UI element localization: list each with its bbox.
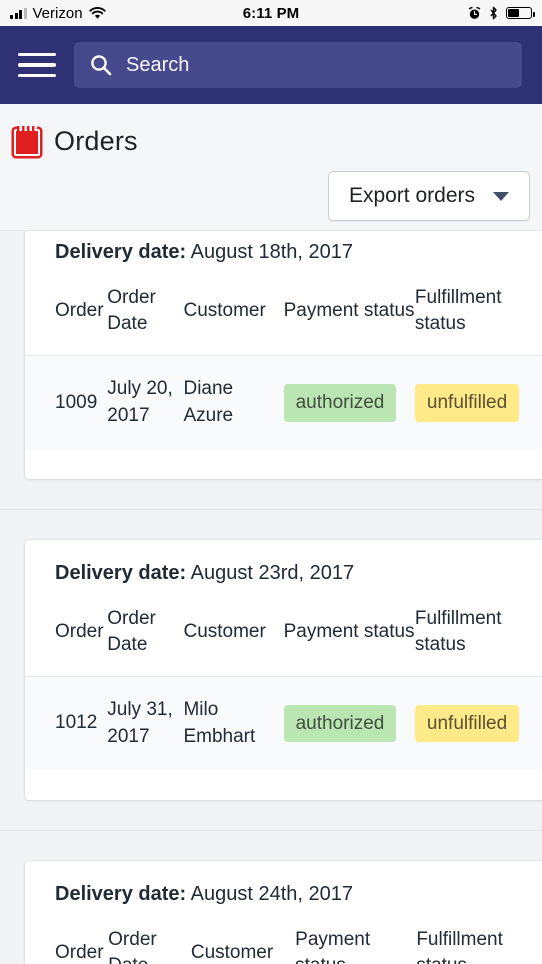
delivery-date-label: Delivery date:: [55, 561, 187, 584]
column-header-order-date: Order Date: [107, 287, 156, 335]
order-section: Delivery date: August 23rd, 2017 Order O…: [0, 508, 542, 830]
column-header-fulfillment-status: Fulfillment status: [416, 928, 503, 964]
column-header-customer: Customer: [183, 300, 266, 322]
delivery-date-label: Delivery date:: [55, 882, 187, 905]
delivery-date-heading: Delivery date: August 24th, 2017: [55, 883, 542, 909]
signal-bars-icon: [10, 7, 27, 19]
wifi-icon: [88, 6, 106, 19]
status-badge: unfulfilled: [414, 383, 520, 422]
delivery-date-value: August 24th, 2017: [190, 882, 353, 905]
cell-fulfillment-status: unfulfilled: [414, 355, 542, 449]
column-header-customer: Customer: [190, 941, 274, 963]
alarm-clock-icon: [468, 6, 481, 19]
column-header-customer: Customer: [183, 620, 266, 642]
cell-fulfillment-status: unfulfilled: [414, 676, 542, 770]
order-card: Delivery date: August 24th, 2017 Order O…: [25, 860, 542, 964]
battery-icon: [506, 7, 535, 19]
export-orders-button[interactable]: Export orders: [327, 171, 530, 221]
order-card: Delivery date: August 23rd, 2017 Order O…: [25, 539, 542, 800]
export-orders-label: Export orders: [348, 184, 475, 207]
card-footer-spacer: [25, 769, 542, 800]
cell-order-date: July 31, 2017: [107, 676, 184, 770]
page-title: Orders: [54, 125, 138, 156]
spiral-calendar-icon: [14, 126, 40, 156]
order-card: Delivery date: August 18th, 2017 Order O…: [25, 231, 542, 479]
delivery-date-label: Delivery date:: [55, 241, 187, 263]
column-header-order-date: Order Date: [108, 928, 157, 964]
table-header-row: Order Order Date Customer Payment status…: [25, 588, 542, 677]
status-badge: unfulfilled: [414, 704, 520, 743]
column-header-fulfillment-status: Fulfillment status: [414, 607, 502, 656]
column-header-order: Order: [55, 300, 104, 322]
delivery-date-heading: Delivery date: August 23rd, 2017: [55, 562, 542, 588]
column-header-order: Order: [55, 620, 104, 642]
column-header-payment-status: Payment status: [283, 300, 415, 322]
search-placeholder: Search: [126, 53, 190, 76]
orders-table: Order Order Date Customer Payment status…: [25, 588, 542, 770]
table-row[interactable]: 1012 July 31, 2017 Milo Embhart authoriz…: [25, 676, 542, 770]
table-row[interactable]: 1009 July 20, 2017 Diane Azure authorize…: [25, 355, 542, 449]
delivery-date-value: August 23rd, 2017: [190, 561, 355, 584]
column-header-order: Order: [55, 941, 104, 963]
cell-order-date: July 20, 2017: [107, 355, 184, 449]
order-section: Delivery date: August 24th, 2017 Order O…: [0, 829, 542, 964]
cell-customer: Milo Embhart: [183, 676, 284, 770]
orders-table: Order Order Date Customer Payment status…: [25, 909, 542, 964]
bluetooth-icon: [490, 6, 497, 20]
orders-table: Order Order Date Customer Payment status…: [25, 267, 542, 449]
cell-customer: Diane Azure: [183, 355, 284, 449]
ios-status-bar: Verizon 6:11 PM: [0, 0, 542, 26]
page-header: Orders: [0, 104, 542, 162]
search-icon: [91, 55, 112, 76]
chevron-down-icon: [493, 191, 509, 201]
status-bar-left: Verizon: [10, 5, 106, 22]
status-badge: authorized: [283, 704, 397, 743]
status-badge: authorized: [283, 383, 397, 422]
status-bar-right: [468, 6, 535, 20]
table-header-row: Order Order Date Customer Payment status…: [25, 267, 542, 356]
column-header-fulfillment-status: Fulfillment status: [414, 287, 502, 335]
hamburger-menu-icon[interactable]: [18, 50, 56, 80]
orders-scroll-pane[interactable]: Delivery date: August 18th, 2017 Order O…: [0, 231, 542, 964]
cell-payment-status: authorized: [283, 676, 415, 770]
column-header-payment-status: Payment status: [295, 928, 371, 964]
table-header-row: Order Order Date Customer Payment status…: [25, 909, 542, 964]
card-footer-spacer: [25, 448, 542, 479]
cell-payment-status: authorized: [283, 355, 415, 449]
order-section: Delivery date: August 18th, 2017 Order O…: [0, 231, 542, 509]
delivery-date-value: August 18th, 2017: [190, 241, 353, 263]
column-header-payment-status: Payment status: [283, 620, 415, 642]
search-input[interactable]: Search: [74, 42, 522, 88]
cell-order: 1009: [25, 355, 108, 449]
delivery-date-heading: Delivery date: August 18th, 2017: [55, 241, 542, 267]
carrier-label: Verizon: [32, 4, 83, 22]
page-toolbar: Export orders: [0, 162, 542, 231]
app-navbar: Search: [0, 26, 542, 104]
column-header-order-date: Order Date: [107, 607, 156, 656]
cell-order: 1012: [25, 676, 108, 770]
